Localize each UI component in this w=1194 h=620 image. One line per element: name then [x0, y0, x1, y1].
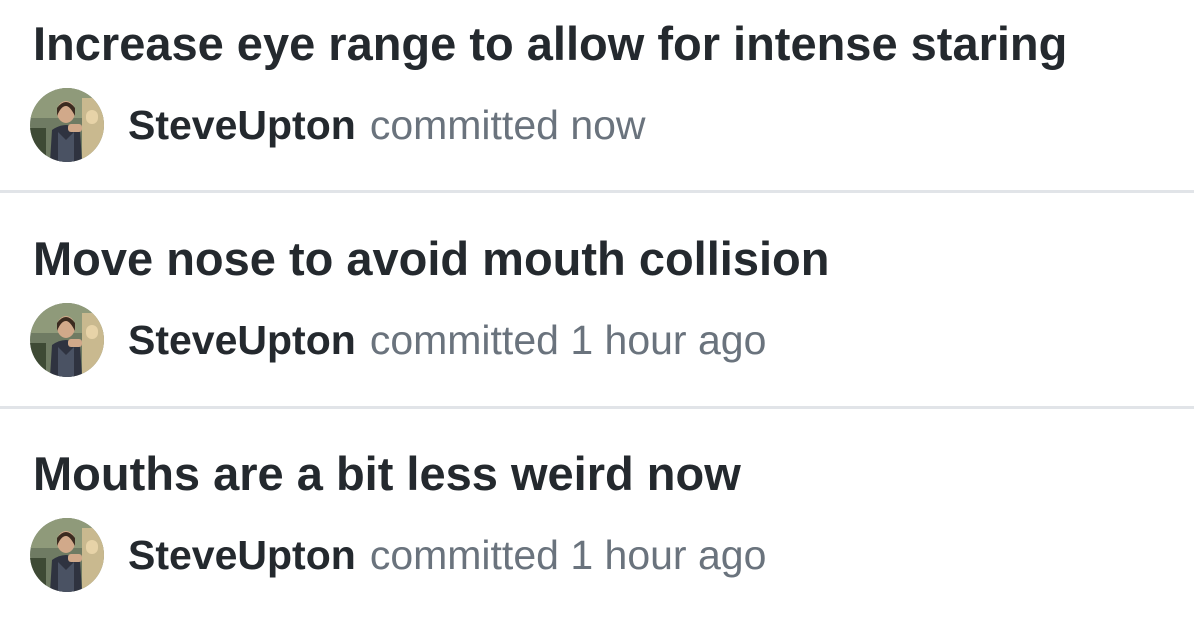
commit-meta: SteveUpton committed 1 hour ago [30, 518, 766, 592]
author-avatar[interactable] [30, 88, 104, 162]
commit-action-text: committed 1 hour ago [370, 317, 767, 364]
committed-label: committed [369, 316, 559, 363]
commit-title-link[interactable]: Increase eye range to allow for intense … [33, 16, 1067, 71]
commit-item: Increase eye range to allow for intense … [0, 0, 1194, 190]
commit-title-link[interactable]: Mouths are a bit less weird now [33, 446, 741, 501]
commit-item: Move nose to avoid mouth collision Steve… [0, 215, 1194, 405]
commit-time: 1 hour ago [570, 531, 767, 578]
committed-label: committed [369, 101, 559, 148]
commit-meta: SteveUpton committed now [30, 88, 646, 162]
avatar-photo-icon [30, 518, 104, 592]
author-name-link[interactable]: SteveUpton [128, 317, 356, 364]
commit-divider [0, 406, 1194, 409]
commit-action-text: committed 1 hour ago [370, 532, 767, 579]
commit-time: 1 hour ago [570, 316, 767, 363]
commit-action-text: committed now [370, 102, 646, 149]
author-avatar[interactable] [30, 303, 104, 377]
avatar-photo-icon [30, 303, 104, 377]
author-name-link[interactable]: SteveUpton [128, 102, 356, 149]
avatar-photo-icon [30, 88, 104, 162]
commit-item: Mouths are a bit less weird now SteveUpt… [0, 430, 1194, 620]
commit-time: now [570, 101, 646, 148]
committed-label: committed [369, 531, 559, 578]
commit-meta: SteveUpton committed 1 hour ago [30, 303, 766, 377]
author-avatar[interactable] [30, 518, 104, 592]
commit-list: Increase eye range to allow for intense … [0, 0, 1194, 610]
author-name-link[interactable]: SteveUpton [128, 532, 356, 579]
commit-title-link[interactable]: Move nose to avoid mouth collision [33, 231, 829, 286]
commit-divider [0, 190, 1194, 193]
